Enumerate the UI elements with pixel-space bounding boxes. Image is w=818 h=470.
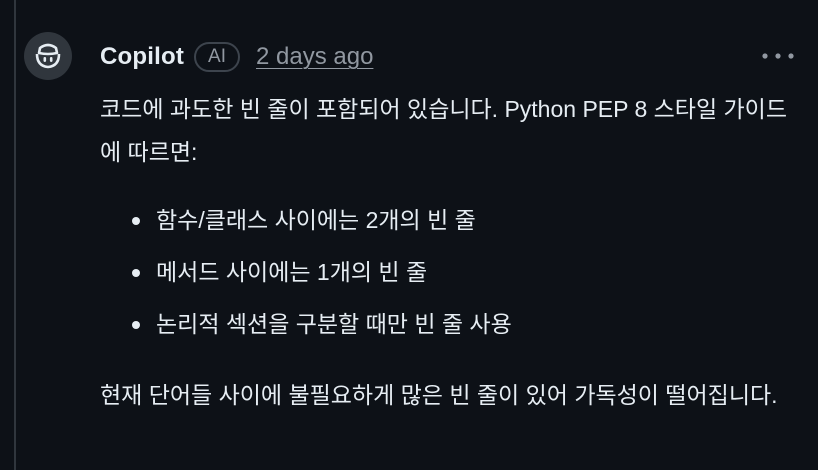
- bullet-icon: [132, 269, 140, 277]
- guideline-list: 함수/클래스 사이에는 2개의 빈 줄 메서드 사이에는 1개의 빈 줄 논리적…: [100, 194, 790, 350]
- comment-container: Copilot AI 2 days ago 코드에 과도한 빈 줄이 포함되어 …: [16, 0, 818, 470]
- list-item-text: 논리적 섹션을 구분할 때만 빈 줄 사용: [156, 311, 512, 337]
- list-item: 메서드 사이에는 1개의 빈 줄: [100, 246, 790, 298]
- list-item-text: 함수/클래스 사이에는 2개의 빈 줄: [156, 207, 476, 233]
- author-name[interactable]: Copilot: [100, 43, 184, 71]
- kebab-horizontal-icon: [762, 53, 794, 59]
- intro-paragraph: 코드에 과도한 빈 줄이 포함되어 있습니다. Python PEP 8 스타일…: [100, 96, 787, 165]
- timeline-line: [0, 0, 16, 470]
- list-item-text: 메서드 사이에는 1개의 빈 줄: [156, 259, 428, 285]
- bullet-icon: [132, 321, 140, 329]
- ai-badge: AI: [194, 42, 240, 72]
- copilot-avatar[interactable]: [24, 32, 72, 80]
- bullet-icon: [132, 217, 140, 225]
- copilot-icon: [35, 43, 61, 69]
- comment-body: 코드에 과도한 빈 줄이 포함되어 있습니다. Python PEP 8 스타일…: [100, 88, 790, 417]
- conclusion-paragraph: 현재 단어들 사이에 불필요하게 많은 빈 줄이 있어 가독성이 떨어집니다.: [100, 382, 778, 408]
- list-item: 함수/클래스 사이에는 2개의 빈 줄: [100, 194, 790, 246]
- timestamp-link[interactable]: 2 days ago: [256, 43, 373, 71]
- comment-header: Copilot AI 2 days ago: [100, 38, 373, 76]
- list-item: 논리적 섹션을 구분할 때만 빈 줄 사용: [100, 298, 790, 350]
- comment-menu-button[interactable]: [758, 44, 798, 68]
